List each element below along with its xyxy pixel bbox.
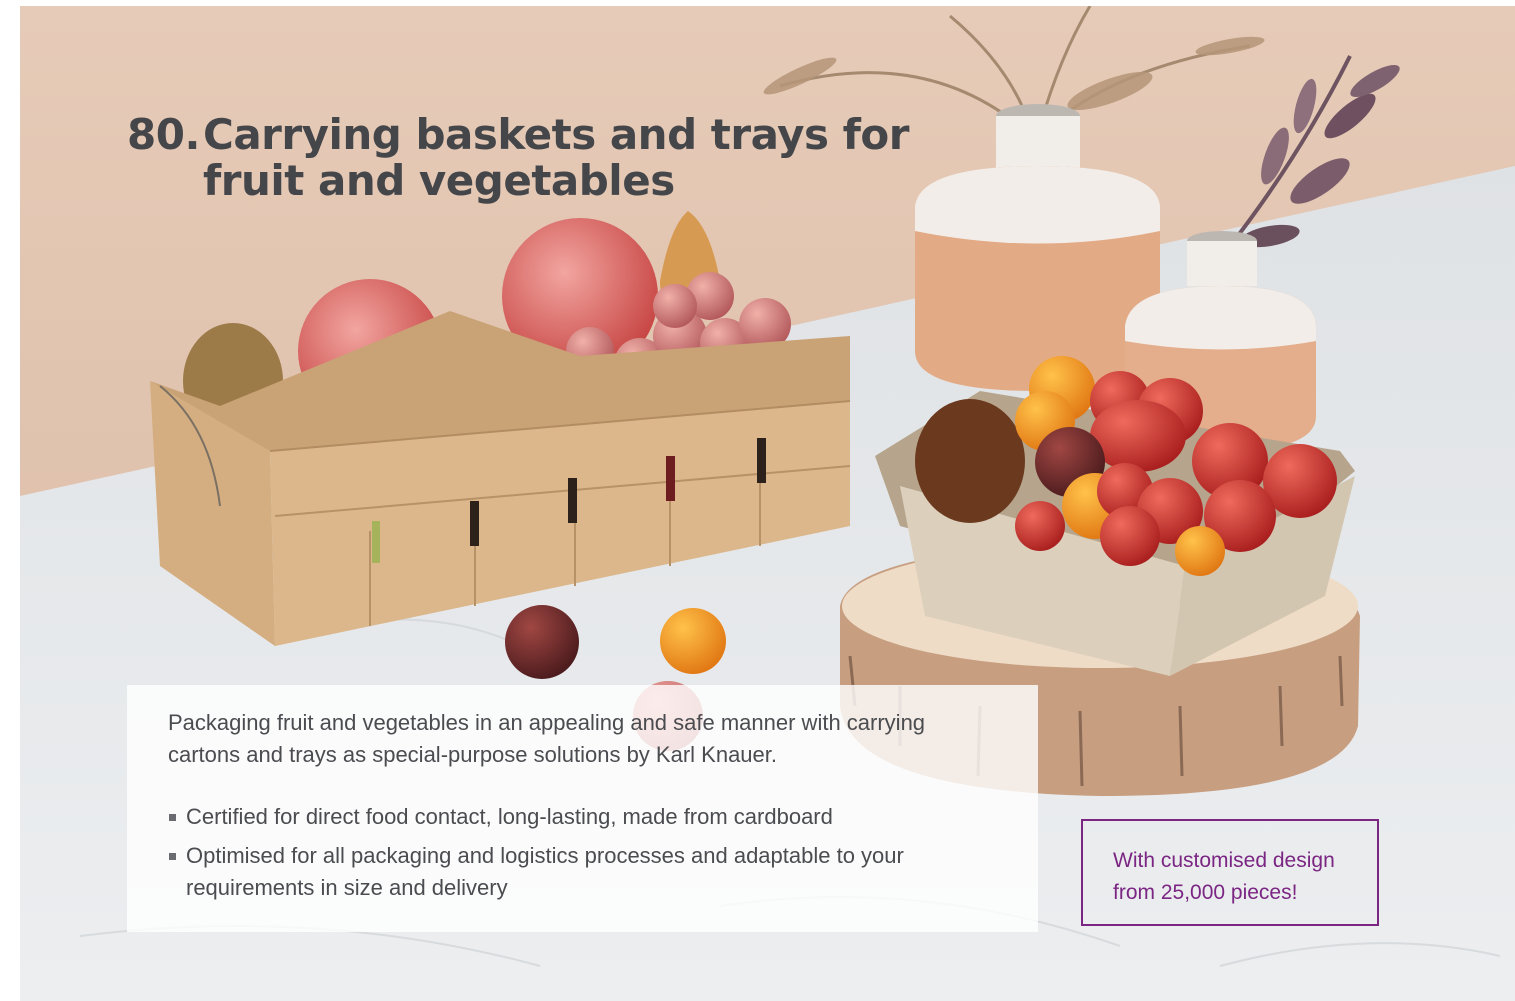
feature-item: Certified for direct food contact, long-… xyxy=(168,801,988,833)
feature-item: Optimised for all packaging and logistic… xyxy=(168,840,988,904)
bullet-square-icon xyxy=(169,853,176,860)
promo-text: With customised design from 25,000 piece… xyxy=(1113,849,1335,904)
title-line-2: fruit and vegetables xyxy=(203,156,675,205)
feature-text: Optimised for all packaging and logistic… xyxy=(186,843,904,900)
page-title: 80.Carrying baskets and trays for fruit … xyxy=(127,112,909,204)
catalog-page: 80.Carrying baskets and trays for fruit … xyxy=(0,0,1515,1001)
bullet-square-icon xyxy=(169,814,176,821)
intro-paragraph: Packaging fruit and vegetables in an app… xyxy=(168,710,926,767)
promo-box: With customised design from 25,000 piece… xyxy=(1081,819,1379,926)
description-panel: Packaging fruit and vegetables in an app… xyxy=(127,685,1038,932)
feature-text: Certified for direct food contact, long-… xyxy=(186,804,833,829)
title-line-1: Carrying baskets and trays for xyxy=(203,110,909,159)
section-number: 80. xyxy=(127,110,200,159)
feature-list: Certified for direct food contact, long-… xyxy=(168,801,988,911)
